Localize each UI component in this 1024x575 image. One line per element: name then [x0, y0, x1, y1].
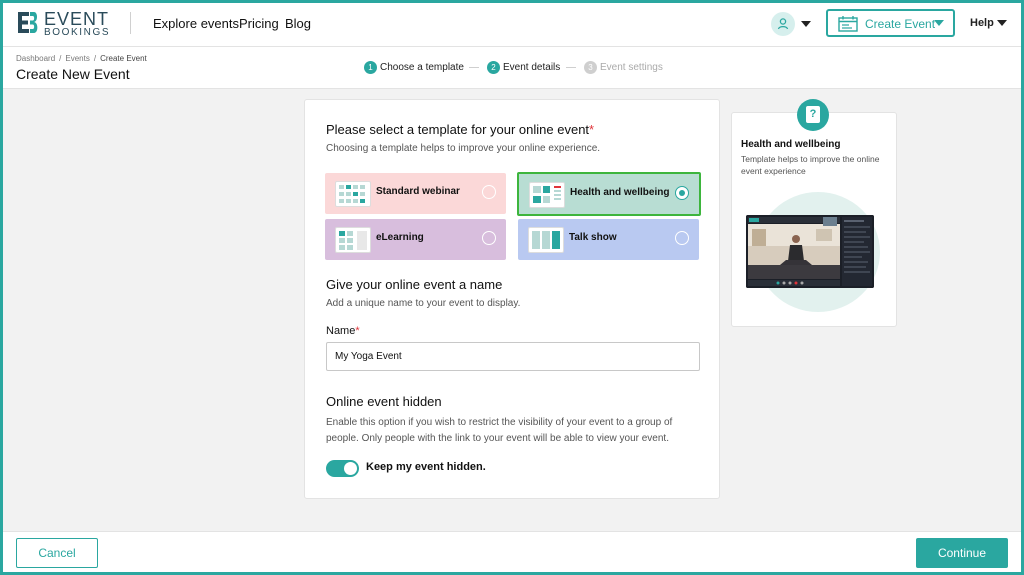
- header-divider: [130, 12, 131, 34]
- nav-explore-events[interactable]: Explore events: [153, 16, 239, 31]
- toggle-knob: [344, 462, 357, 475]
- template-label: Standard webinar: [376, 186, 460, 197]
- name-section-subtitle: Add a unique name to your event to displ…: [326, 298, 521, 309]
- question-badge: ?: [797, 99, 829, 131]
- preview-screenshot-image: [746, 215, 874, 288]
- event-name-input[interactable]: [326, 342, 700, 371]
- hidden-section-title: Online event hidden: [326, 394, 442, 409]
- page-title: Create New Event: [16, 66, 130, 82]
- webinar-thumbnail-icon: [335, 181, 371, 207]
- hidden-section-description: Enable this option if you wish to restri…: [326, 417, 673, 444]
- action-footer: [0, 531, 1024, 575]
- step-number: 2: [487, 61, 500, 74]
- nav-pricing[interactable]: Pricing: [239, 16, 279, 31]
- question-icon: ?: [806, 106, 820, 123]
- template-form-card: Please select a template for your online…: [304, 99, 720, 499]
- wellbeing-thumbnail-icon: [529, 182, 565, 208]
- nav-blog[interactable]: Blog: [285, 16, 311, 31]
- hidden-toggle-label: Keep my event hidden.: [366, 461, 486, 473]
- preview-description: Template helps to improve the online eve…: [741, 154, 880, 176]
- continue-button[interactable]: Continue: [916, 538, 1008, 568]
- step-connector: [566, 67, 576, 68]
- preview-title: Health and wellbeing: [741, 139, 841, 150]
- template-title-text: Please select a template for your online…: [326, 122, 590, 137]
- step-label: Event details: [503, 62, 561, 73]
- logo-mark-icon: [16, 10, 40, 35]
- breadcrumb: Dashboard / Events / Create Event: [16, 54, 147, 63]
- step-choose-template[interactable]: 1 Choose a template: [364, 61, 464, 74]
- create-event-button[interactable]: Create Event: [826, 9, 955, 37]
- chevron-down-icon: [934, 20, 944, 26]
- required-mark: *: [355, 325, 360, 337]
- breadcrumb-dashboard[interactable]: Dashboard: [16, 54, 55, 63]
- brand-logo[interactable]: EVENT BOOKINGS: [16, 9, 136, 38]
- elearning-thumbnail-icon: [335, 227, 371, 253]
- calendar-icon: [838, 16, 858, 32]
- create-event-label: Create Event: [865, 17, 936, 31]
- breadcrumb-separator: /: [59, 54, 62, 63]
- breadcrumb-separator: /: [93, 54, 97, 63]
- step-number: 1: [364, 61, 377, 74]
- top-navigation-bar: EVENT BOOKINGS Explore events Pricing Bl…: [0, 0, 1024, 47]
- brand-word-bookings: BOOKINGS: [44, 27, 111, 38]
- step-event-settings: 3 Event settings: [584, 61, 663, 74]
- talk-show-thumbnail-icon: [528, 227, 564, 253]
- template-radio[interactable]: [482, 231, 496, 245]
- chevron-down-icon[interactable]: [801, 21, 811, 27]
- help-menu[interactable]: Help: [970, 17, 994, 29]
- template-option-elearning[interactable]: eLearning: [325, 219, 506, 260]
- step-number: 3: [584, 61, 597, 74]
- template-radio[interactable]: [482, 185, 496, 199]
- name-field-label: Name*: [326, 325, 360, 337]
- template-option-health-and-wellbeing[interactable]: Health and wellbeing: [517, 172, 701, 216]
- cancel-button[interactable]: Cancel: [16, 538, 98, 568]
- breadcrumb-events[interactable]: Events: [65, 54, 89, 63]
- template-radio-selected[interactable]: [675, 186, 689, 200]
- step-event-details[interactable]: 2 Event details: [487, 61, 560, 74]
- step-label: Event settings: [600, 62, 663, 73]
- step-connector: [469, 67, 479, 68]
- hidden-toggle[interactable]: [326, 460, 359, 477]
- step-label: Choose a template: [380, 62, 464, 73]
- template-section-title: Please select a template for your online…: [326, 122, 594, 137]
- user-avatar[interactable]: [771, 12, 795, 36]
- template-label: Health and wellbeing: [570, 187, 670, 198]
- template-label: eLearning: [376, 232, 424, 243]
- template-label: Talk show: [569, 232, 617, 243]
- chevron-down-icon[interactable]: [997, 20, 1007, 26]
- template-radio[interactable]: [675, 231, 689, 245]
- page-header: Dashboard / Events / Create Event Create New…: [0, 47, 1024, 89]
- breadcrumb-current: Create Event: [100, 54, 147, 63]
- name-label-text: Name: [326, 325, 356, 337]
- template-section-subtitle: Choosing a template helps to improve you…: [326, 143, 601, 154]
- template-option-standard-webinar[interactable]: Standard webinar: [325, 173, 506, 214]
- name-section-title: Give your online event a name: [326, 277, 503, 292]
- template-option-talk-show[interactable]: Talk show: [518, 219, 699, 260]
- user-icon: [777, 18, 789, 30]
- required-mark: *: [589, 122, 595, 137]
